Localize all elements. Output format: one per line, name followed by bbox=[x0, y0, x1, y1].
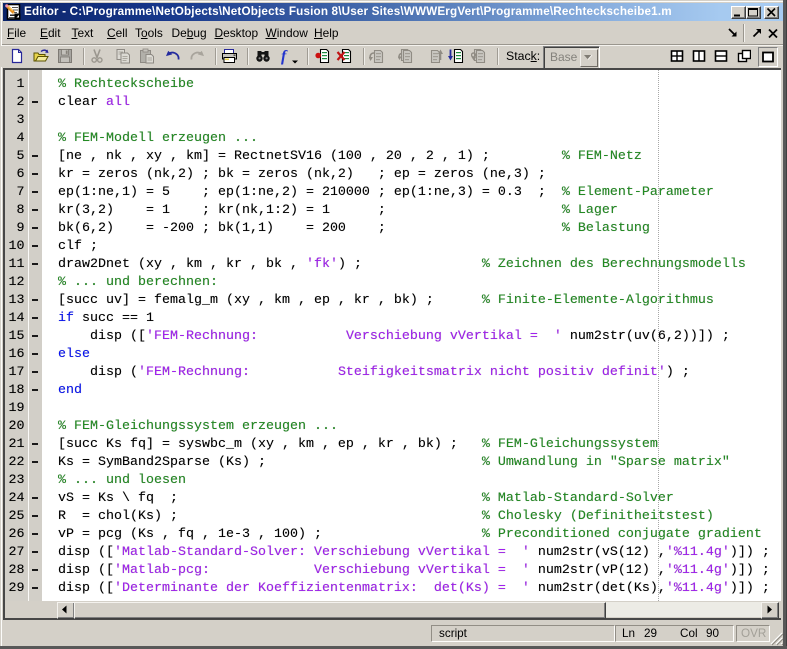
svg-text:f: f bbox=[281, 48, 288, 65]
